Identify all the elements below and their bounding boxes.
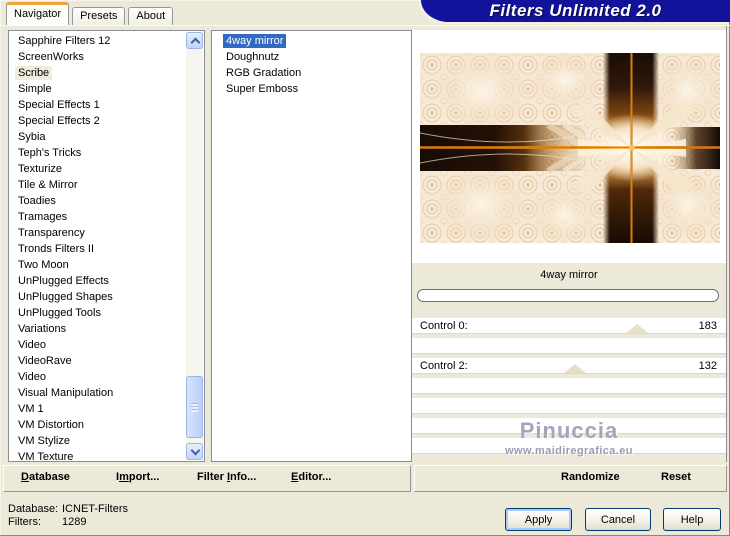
category-list-item[interactable]: Video [15, 370, 185, 386]
control-value: 183 [698, 320, 717, 332]
status-database-value: ICNET-Filters [62, 503, 128, 515]
category-list-item[interactable]: Tronds Filters II [15, 242, 185, 258]
status-filters-label: Filters: [8, 516, 41, 528]
empty-slider-row [412, 378, 726, 394]
filter-list-item[interactable]: RGB Gradation [223, 66, 409, 82]
category-list-item[interactable]: Sapphire Filters 12 [15, 34, 185, 50]
status-database-label: Database: [8, 503, 59, 515]
category-list-item[interactable]: Scribe [15, 66, 185, 82]
empty-slider-row [412, 418, 726, 434]
scrollbar-thumb[interactable] [186, 376, 203, 438]
category-list-item[interactable]: Special Effects 1 [15, 98, 185, 114]
category-list-item[interactable]: VM 1 [15, 402, 185, 418]
category-list-item[interactable]: Simple [15, 82, 185, 98]
cancel-button[interactable]: Cancel [585, 508, 651, 531]
progress-bar [417, 289, 719, 302]
category-list-item[interactable]: VM Texture [15, 450, 185, 460]
slider-thumb[interactable] [563, 364, 586, 373]
filter-info-button[interactable]: Filter Info... [197, 471, 256, 483]
scroll-up-button[interactable] [186, 32, 203, 49]
thumb-grip-icon [191, 403, 198, 412]
reset-button[interactable]: Reset [661, 471, 691, 483]
category-list-item[interactable]: UnPlugged Tools [15, 306, 185, 322]
slider-thumb[interactable] [626, 324, 649, 333]
title-banner: Filters Unlimited 2.0 [421, 0, 730, 22]
filter-list-item[interactable]: Super Emboss [223, 82, 409, 98]
category-list-item[interactable]: Sybia [15, 130, 185, 146]
preview-container [412, 30, 726, 262]
category-list-item[interactable]: Video [15, 338, 185, 354]
category-list-item[interactable]: Texturize [15, 162, 185, 178]
category-list-item[interactable]: Tramages [15, 210, 185, 226]
preview-image [420, 53, 720, 243]
category-list-item[interactable]: UnPlugged Effects [15, 274, 185, 290]
control-slider-row[interactable]: Control 0: 183 [412, 318, 726, 334]
empty-slider-row [412, 338, 726, 354]
help-button[interactable]: Help [663, 508, 721, 531]
editor-button[interactable]: Editor... [291, 471, 331, 483]
category-list-item[interactable]: VM Stylize [15, 434, 185, 450]
tab-bar: Navigator Presets About [6, 2, 176, 25]
filter-listbox[interactable]: 4way mirror Doughnutz RGB Gradation Super E… [211, 30, 412, 462]
toolbar-right: Randomize Reset [414, 465, 727, 492]
randomize-button[interactable]: Randomize [561, 471, 620, 483]
filter-list-item[interactable]: 4way mirror [223, 34, 409, 50]
empty-slider-row [412, 438, 726, 454]
control-label: Control 2: [420, 360, 468, 372]
category-list-item[interactable]: Toadies [15, 194, 185, 210]
category-list-item[interactable]: Visual Manipulation [15, 386, 185, 402]
category-list-item[interactable]: Tile & Mirror [15, 178, 185, 194]
category-list-item[interactable]: ScreenWorks [15, 50, 185, 66]
category-list-item[interactable]: Transparency [15, 226, 185, 242]
empty-slider-row [412, 398, 726, 414]
tab-presets[interactable]: Presets [72, 7, 126, 25]
scroll-down-button[interactable] [186, 443, 203, 460]
category-list-item[interactable]: VM Distortion [15, 418, 185, 434]
control-slider-row[interactable]: Control 2: 132 [412, 358, 726, 374]
tabstrip-baseline [0, 25, 730, 26]
right-panel-edge [726, 26, 727, 462]
control-sliders: Control 0: 183 Control 2: 132 [412, 318, 726, 454]
category-list-item[interactable]: VideoRave [15, 354, 185, 370]
preview-caption: 4way mirror [540, 269, 598, 281]
category-items: Sapphire Filters 12 ScreenWorks Scribe Simp… [15, 32, 185, 460]
apply-button[interactable]: Apply [505, 508, 572, 531]
filters-unlimited-dialog: Navigator Presets About Filters Unlimite… [0, 0, 730, 536]
filter-list-item[interactable]: Doughnutz [223, 50, 409, 66]
preview-caption-bar: 4way mirror [412, 262, 726, 288]
category-list-item[interactable]: Variations [15, 322, 185, 338]
chevron-down-icon [190, 445, 201, 456]
category-list-item[interactable]: Special Effects 2 [15, 114, 185, 130]
category-list-item[interactable]: Teph's Tricks [15, 146, 185, 162]
toolbar-left: Database Import... Filter Info... Editor… [3, 465, 411, 492]
category-listbox[interactable]: Sapphire Filters 12 ScreenWorks Scribe Simp… [8, 30, 205, 462]
category-list-item[interactable]: Two Moon [15, 258, 185, 274]
window-title: Filters Unlimited 2.0 [489, 1, 662, 20]
tab-about[interactable]: About [128, 7, 174, 25]
control-value: 132 [698, 360, 717, 372]
category-list-item[interactable]: UnPlugged Shapes [15, 290, 185, 306]
filter-items: 4way mirror Doughnutz RGB Gradation Super E… [223, 32, 409, 460]
import-button[interactable]: Import... [116, 471, 159, 483]
status-filters-value: 1289 [62, 516, 87, 528]
chevron-up-icon [190, 37, 201, 48]
control-label: Control 0: [420, 320, 468, 332]
tab-navigator[interactable]: Navigator [6, 2, 70, 25]
category-scrollbar[interactable] [186, 32, 203, 460]
database-button[interactable]: Database [21, 471, 70, 483]
